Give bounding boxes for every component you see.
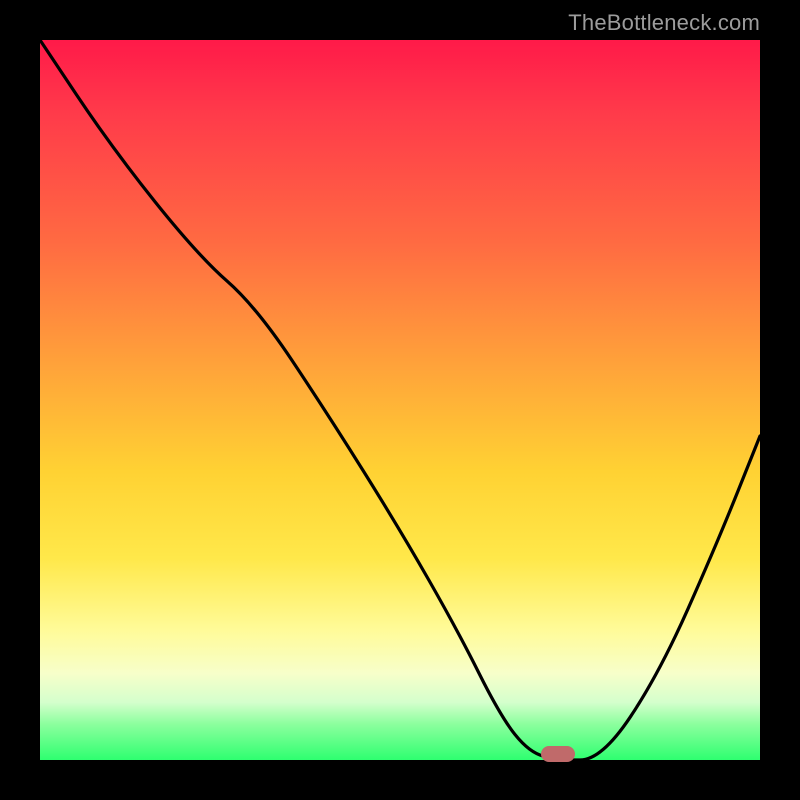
chart-frame: TheBottleneck.com bbox=[0, 0, 800, 800]
attribution-text: TheBottleneck.com bbox=[568, 10, 760, 36]
plot-area bbox=[40, 40, 760, 760]
optimal-marker bbox=[541, 746, 575, 762]
bottleneck-curve bbox=[40, 40, 760, 760]
